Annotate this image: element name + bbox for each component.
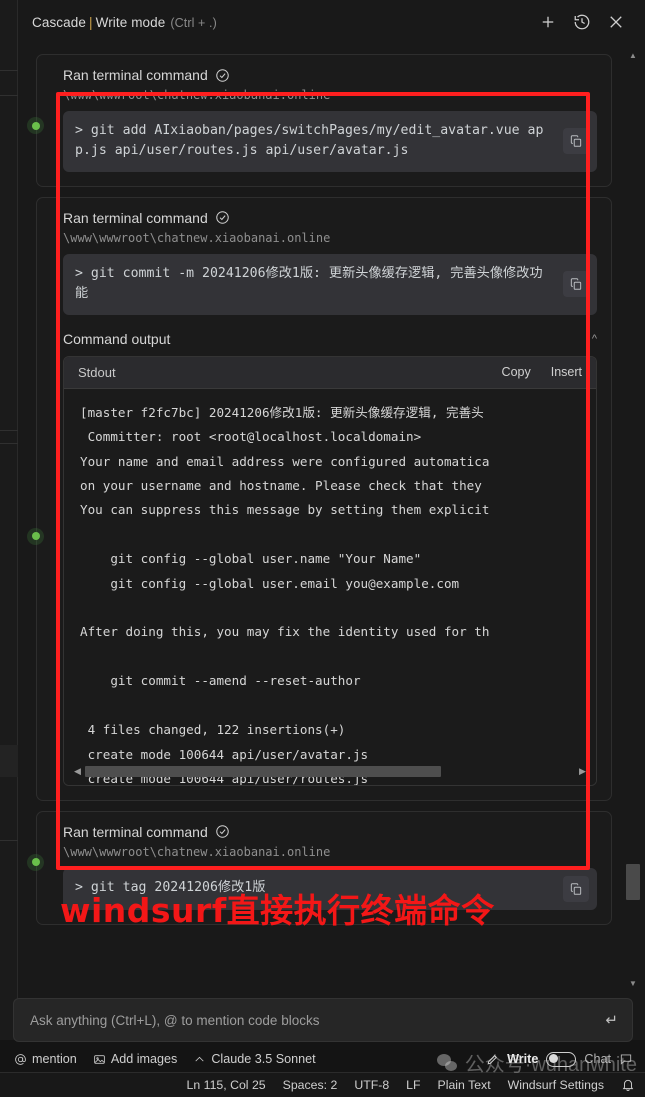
model-selector[interactable]: Claude 3.5 Sonnet — [193, 1052, 316, 1066]
stdout-text: [master f2fc7bc] 20241206修改1版: 更新头像缓存逻辑,… — [80, 404, 490, 785]
cascade-panel: Cascade | Write mode (Ctrl + .) Ran termina… — [18, 0, 645, 1040]
insert-output-button[interactable]: Insert — [551, 365, 582, 379]
command-box: > git add AIxiaoban/pages/switchPages/my… — [63, 111, 597, 172]
at-sign-icon — [15, 1053, 26, 1065]
pencil-icon — [487, 1054, 498, 1064]
line-ending-setting[interactable]: LF — [406, 1078, 420, 1092]
command-text: > git tag 20241206修改1版 — [75, 879, 266, 895]
bell-dot-icon[interactable] — [621, 1078, 635, 1092]
model-label: Claude 3.5 Sonnet — [211, 1052, 316, 1066]
scroll-left-arrow-icon[interactable]: ◀ — [72, 766, 83, 777]
shortcut-hint: (Ctrl + .) — [170, 15, 217, 30]
status-bar: Ln 115, Col 25 Spaces: 2 UTF-8 LF Plain … — [0, 1072, 645, 1097]
command-box: > git commit -m 20241206修改1版: 更新头像缓存逻辑, … — [63, 253, 597, 315]
terminal-step-card: Ran terminal command \www\wwwroot\chatne… — [27, 54, 612, 187]
scroll-right-arrow-icon[interactable]: ▶ — [577, 766, 588, 777]
stdout-label: Stdout — [78, 364, 116, 380]
write-mode-label[interactable]: Write — [507, 1052, 538, 1066]
chat-toolbar: mention Add images Claude 3.5 Sonnet Wri… — [0, 1046, 645, 1072]
step-status-dot — [27, 527, 44, 545]
terminal-step-card: Ran terminal command \www\wwwroot\chatne… — [27, 810, 612, 925]
step-header: Ran terminal command — [63, 210, 597, 226]
chevron-up-icon[interactable]: ^ — [592, 333, 597, 345]
title-separator: | — [88, 14, 93, 30]
stdout-header: Stdout Copy Insert — [64, 356, 596, 389]
scroll-up-arrow-icon[interactable]: ▲ — [626, 48, 640, 62]
mention-button[interactable]: mention — [14, 1052, 77, 1066]
command-text: > git add AIxiaoban/pages/switchPages/my… — [75, 123, 544, 159]
working-directory: \www\wwwroot\chatnew.xiaobanai.online — [63, 230, 331, 245]
scrollbar-track[interactable] — [83, 765, 577, 777]
copy-command-button[interactable] — [563, 875, 589, 902]
indentation-setting[interactable]: Spaces: 2 — [283, 1078, 338, 1092]
plus-icon[interactable] — [539, 13, 557, 31]
step-label: Ran terminal command — [63, 209, 208, 226]
mode-label: Write mode — [95, 14, 166, 30]
working-directory: \www\wwwroot\chatnew.xiaobanai.online — [63, 88, 331, 102]
command-box: > git tag 20241206修改1版 — [63, 867, 597, 910]
check-circle-icon — [215, 825, 229, 839]
scrollbar-thumb[interactable] — [85, 765, 441, 777]
language-mode[interactable]: Plain Text — [438, 1078, 491, 1092]
working-directory: \www\wwwroot\chatnew.xiaobanai.online — [63, 844, 331, 859]
copy-command-button[interactable] — [563, 271, 589, 298]
copy-output-button[interactable]: Copy — [502, 365, 531, 379]
check-circle-icon — [215, 211, 229, 225]
command-text: > git commit -m 20241206修改1版: 更新头像缓存逻辑, … — [75, 265, 543, 302]
conversation-scrollbar[interactable]: ▲ ▼ — [626, 48, 640, 990]
mode-toggle-group: Write Chat — [486, 1051, 637, 1067]
cursor-position[interactable]: Ln 115, Col 25 — [187, 1078, 266, 1092]
chat-input-container[interactable]: ↵ — [13, 998, 633, 1042]
mention-label: mention — [32, 1052, 77, 1066]
step-status-dot — [27, 117, 44, 134]
command-output-title: Command output — [63, 330, 171, 347]
step-header: Ran terminal command — [63, 67, 597, 83]
app-name: Cascade — [32, 14, 86, 30]
windsurf-window: Cascade | Write mode (Ctrl + .) Ran termina… — [0, 0, 645, 1097]
copy-icon — [570, 278, 582, 291]
stdout-actions: Copy Insert — [502, 365, 582, 379]
page-title: Cascade | Write mode (Ctrl + .) — [32, 15, 217, 30]
chat-mode-label[interactable]: Chat — [584, 1052, 611, 1066]
history-clock-icon[interactable] — [573, 13, 591, 31]
mode-toggle-switch[interactable] — [546, 1051, 577, 1067]
scroll-down-arrow-icon[interactable]: ▼ — [626, 976, 640, 990]
step-status-dot — [27, 853, 44, 871]
copy-command-button[interactable] — [563, 128, 589, 155]
header-actions — [539, 13, 633, 31]
speech-bubble-icon — [620, 1054, 632, 1065]
scrollbar-thumb[interactable] — [626, 864, 640, 900]
copy-icon — [570, 135, 582, 148]
command-output-header[interactable]: Command output ^ — [63, 331, 597, 347]
copy-icon — [570, 883, 582, 895]
editor-edge-strip — [0, 0, 18, 1040]
chevron-up-icon — [195, 1056, 204, 1061]
add-images-label: Add images — [110, 1052, 178, 1066]
step-header: Ran terminal command — [63, 824, 597, 840]
cascade-header: Cascade | Write mode (Ctrl + .) — [18, 0, 645, 44]
terminal-step-card: Ran terminal command \www\wwwroot\chatne… — [27, 196, 612, 801]
encoding-setting[interactable]: UTF-8 — [354, 1078, 389, 1092]
step-label: Ran terminal command — [63, 823, 208, 840]
conversation-scroll-area[interactable]: Ran terminal command \www\wwwroot\chatne… — [18, 44, 630, 994]
stdout-panel: Stdout Copy Insert [master f2fc7bc] 2024… — [63, 355, 597, 786]
close-icon[interactable] — [607, 13, 625, 31]
add-images-button[interactable]: Add images — [93, 1052, 178, 1066]
step-label: Ran terminal command — [63, 67, 208, 83]
chat-input[interactable] — [28, 1011, 598, 1029]
windsurf-settings[interactable]: Windsurf Settings — [508, 1078, 604, 1092]
stdout-body[interactable]: [master f2fc7bc] 20241206修改1版: 更新头像缓存逻辑,… — [64, 388, 596, 785]
stdout-horizontal-scrollbar[interactable]: ◀ ▶ — [72, 765, 588, 778]
check-circle-icon — [215, 68, 229, 82]
enter-return-icon[interactable]: ↵ — [605, 1011, 618, 1029]
image-icon — [94, 1054, 105, 1064]
